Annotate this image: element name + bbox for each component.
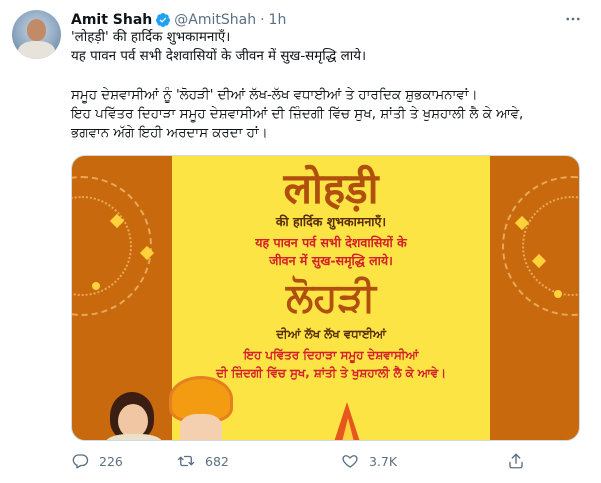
tweet-timestamp[interactable]: 1h (269, 12, 287, 28)
girl-dress (106, 434, 162, 440)
like-count: 3.7K (369, 453, 398, 469)
avatar[interactable] (12, 10, 61, 59)
retweet-button[interactable]: 682 (177, 449, 229, 473)
author-handle[interactable]: @AmitShah (174, 12, 256, 28)
card-message-punjabi: ਇਹ ਪਵਿੱਤਰ ਦਿਹਾੜਾ ਸਮੂਹ ਦੇਸ਼ਵਾਸੀਆਂ (243, 348, 419, 362)
retweet-count: 682 (205, 453, 229, 469)
tweet-text-line: 'लोहड़ी' की हार्दिक शुभकामनाएँ। (71, 30, 231, 45)
reply-button[interactable]: 226 (71, 449, 123, 473)
tweet-header: Amit Shah @AmitShah · 1h (71, 10, 286, 30)
tweet[interactable]: Amit Shah @AmitShah · 1h 'लोहड़ी' की हार… (0, 0, 601, 483)
reply-count: 226 (99, 453, 123, 469)
card-message-hindi: जीवन में सुख-समृद्धि लाये। (269, 253, 393, 268)
girl-face (118, 404, 148, 438)
separator-dot: · (260, 12, 265, 28)
card-message-hindi: यह पावन पर्व सभी देशवासियों के (255, 235, 407, 250)
tweet-text-line: ਸਮੂਹ ਦੇਸ਼ਵਾਸੀਆਂ ਨੂੰ 'ਲੋਹੜੀ' ਦੀਆਂ ਲੱਖ-ਲੱਖ… (71, 88, 478, 103)
heart-icon (342, 455, 358, 468)
retweet-icon (177, 455, 195, 467)
tweet-text-line: यह पावन पर्व सभी देशवासियों के जीवन में … (71, 49, 367, 64)
verified-badge-icon (155, 12, 171, 28)
girl-illustration (102, 388, 172, 440)
man-face-illustration (180, 414, 222, 440)
card-subtitle-punjabi: ਦੀਆਂ ਲੱਖ ਲੱਖ ਵਧਾਈਆਂ (276, 327, 386, 341)
avatar-body (18, 41, 55, 59)
card-title-hindi: लोहड़ी (283, 164, 379, 213)
tweet-text-line: ਭਗਵਾਨ ਅੱਗੇ ਇਹੀ ਅਰਦਾਸ ਕਰਦਾ ਹਾਂ। (71, 126, 268, 141)
author-name[interactable]: Amit Shah (71, 12, 152, 28)
card-subtitle-hindi: की हार्दिक शुभकामनाएँ। (275, 214, 387, 229)
tweet-text-line: ਇਹ ਪਵਿੱਤਰ ਦਿਹਾੜਾ ਸਮੂਹ ਦੇਸ਼ਵਾਸੀਆਂ ਦੀ ਜ਼ਿੰ… (71, 107, 524, 122)
more-icon[interactable] (563, 10, 583, 30)
lamp-decoration (92, 282, 100, 290)
like-button[interactable]: 3.7K (341, 449, 397, 473)
tweet-actions: 226 682 3.7K (71, 449, 523, 473)
avatar-head (27, 19, 46, 41)
tweet-media-image[interactable]: लोहड़ी की हार्दिक शुभकामनाएँ। यह पावन पर… (71, 155, 580, 441)
card-title-punjabi: ਲੋਹੜੀ (286, 275, 376, 321)
share-button[interactable] (507, 449, 535, 473)
share-icon (509, 453, 523, 469)
lamp-decoration (554, 290, 562, 298)
reply-icon (72, 454, 89, 469)
